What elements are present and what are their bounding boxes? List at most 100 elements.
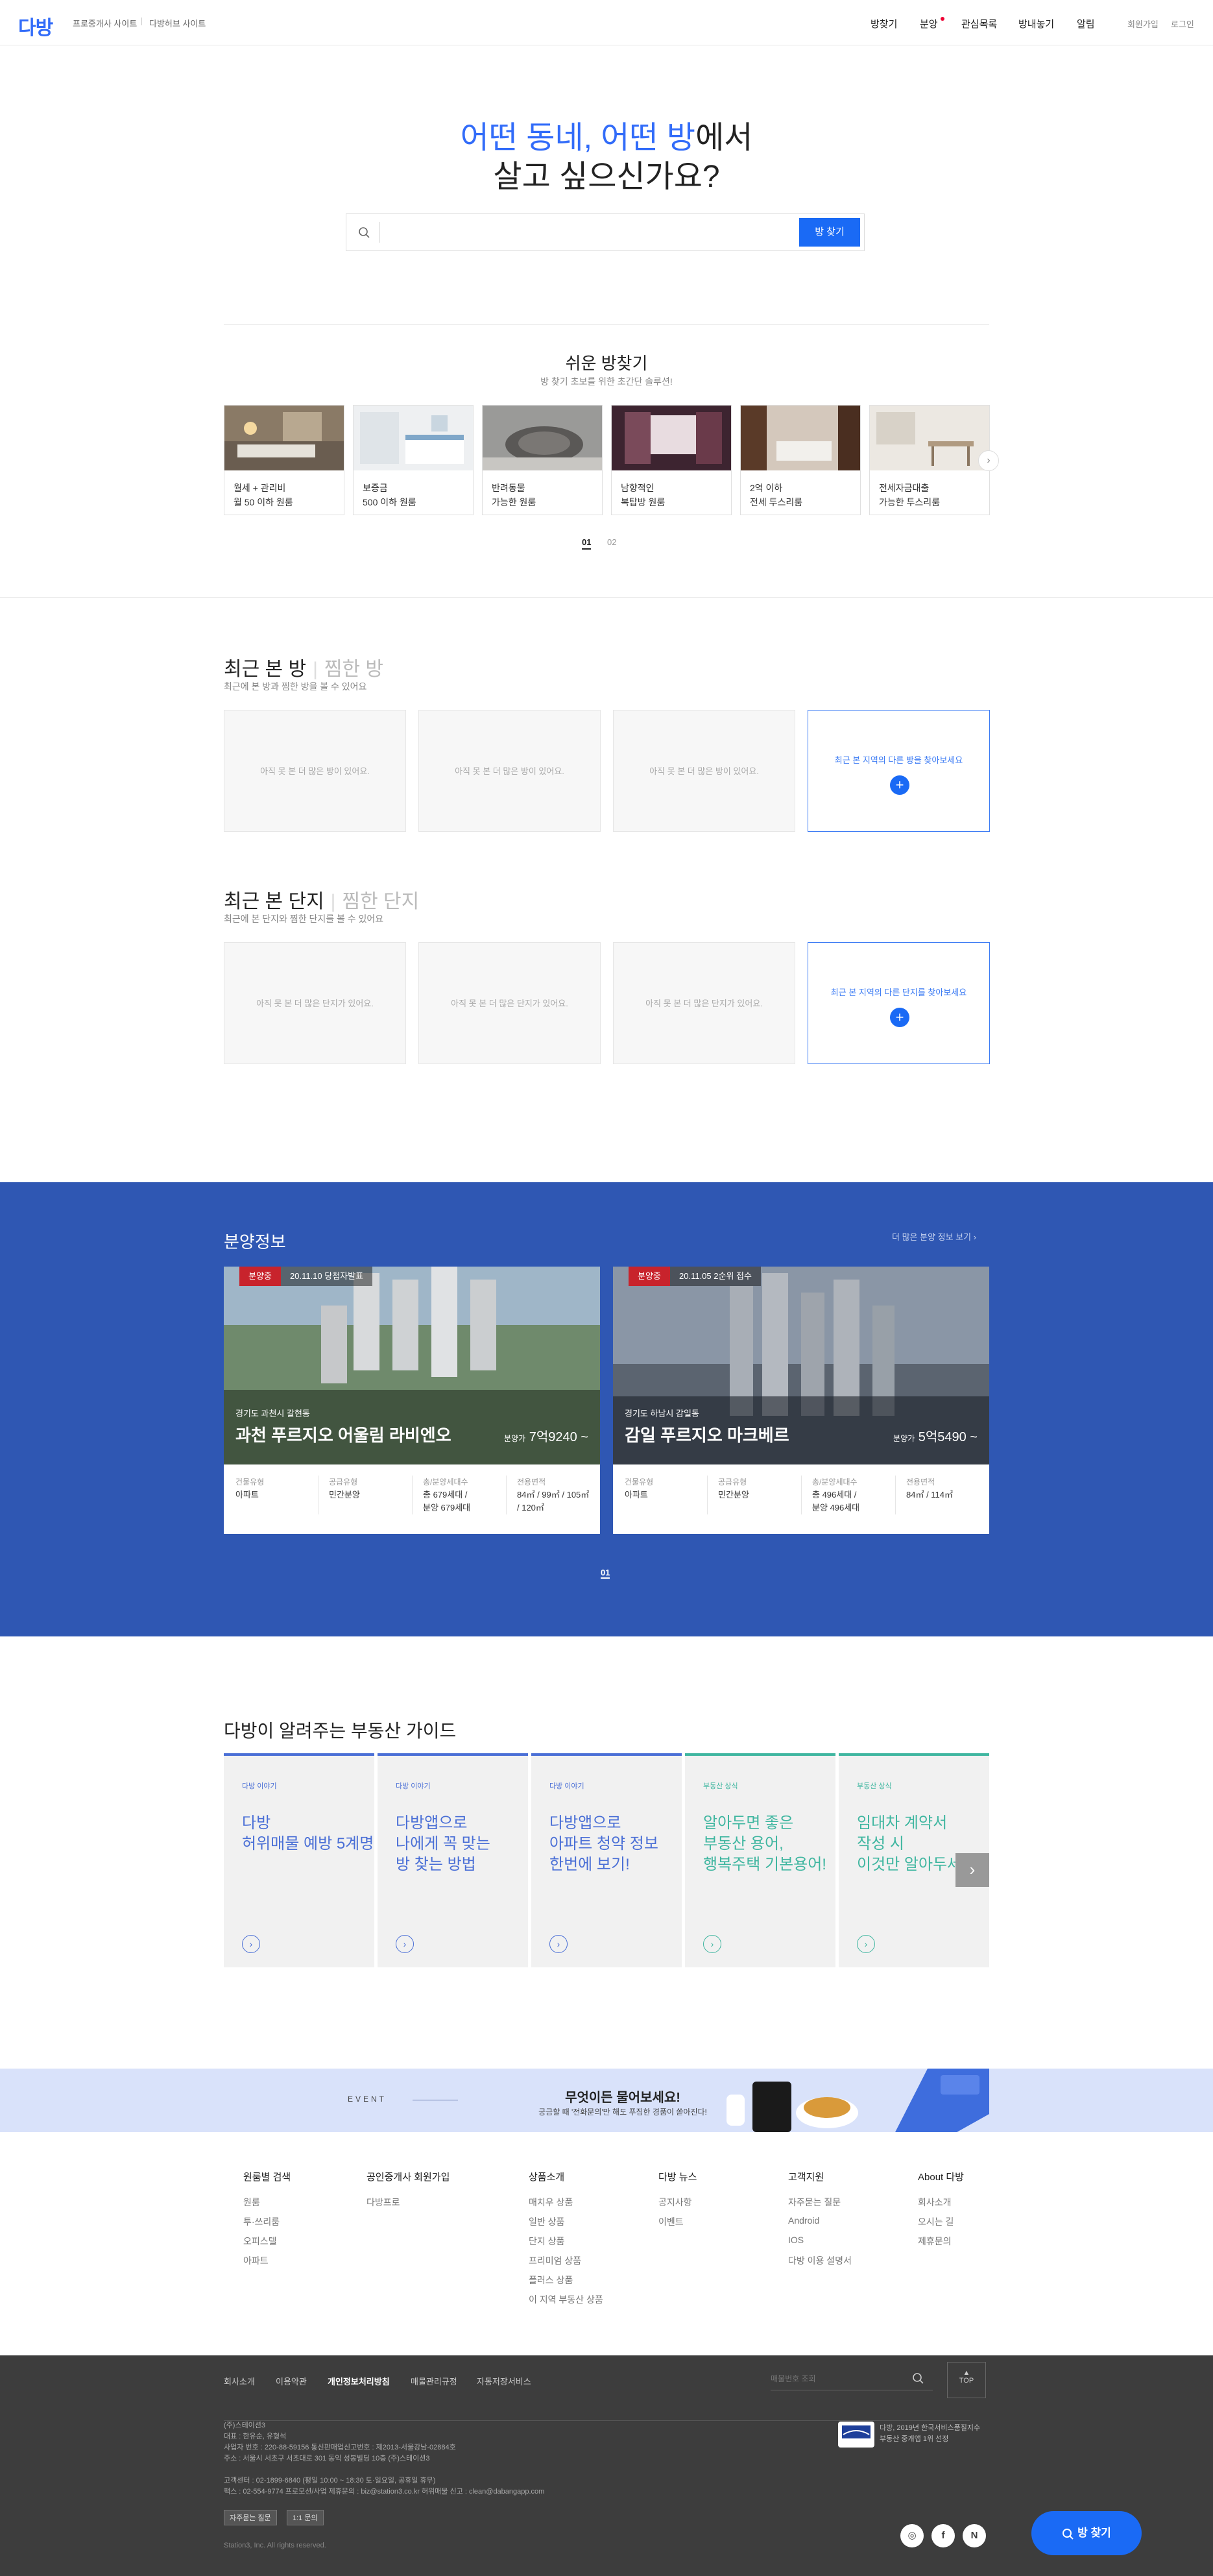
hub-site-link[interactable]: 다방허브 사이트 bbox=[149, 17, 206, 29]
footer-link[interactable]: 단지 상품 bbox=[529, 2235, 564, 2248]
chevron-right-icon[interactable]: › bbox=[857, 1935, 875, 1953]
card-image bbox=[612, 406, 731, 470]
footer-nav-link[interactable]: 자동저장서비스 bbox=[477, 2375, 531, 2387]
footer-link[interactable]: 다방 이용 설명서 bbox=[788, 2254, 852, 2267]
bunyang-page[interactable]: 01 bbox=[601, 1568, 610, 1579]
search-input[interactable] bbox=[379, 222, 781, 243]
info-value: 84㎡ / 99㎡ / 105㎡ / 120㎡ bbox=[517, 1490, 590, 1513]
price-label: 분양가 bbox=[893, 1434, 915, 1443]
header: 다방 프로중개사 사이트 다방허브 사이트 방찾기 분양 관심목록 방내놓기 알… bbox=[0, 0, 1213, 45]
info-value: 민간분양 bbox=[718, 1490, 749, 1500]
status-badge: 분양중 bbox=[239, 1267, 281, 1286]
chevron-right-icon[interactable]: › bbox=[549, 1935, 568, 1953]
footer-link[interactable]: 제휴문의 bbox=[918, 2235, 952, 2248]
nav-find-room[interactable]: 방찾기 bbox=[871, 17, 897, 30]
info-value: 총 496세대 / 분양 496세대 bbox=[812, 1490, 860, 1513]
footer-nav-link[interactable]: 이용약관 bbox=[276, 2375, 307, 2387]
footer-col-title: About 다방 bbox=[918, 2172, 964, 2183]
info-area: 전용면적 84㎡ / 99㎡ / 105㎡ / 120㎡ bbox=[517, 1476, 589, 1514]
event-banner[interactable]: EVENT 무엇이든 물어보세요! 궁금할 때 '전화문의'만 해도 푸짐한 경… bbox=[0, 2069, 1213, 2132]
signup-link[interactable]: 회원가입 bbox=[1127, 18, 1159, 30]
easy-card[interactable]: 2억 이하 전세 투스리룸 bbox=[740, 405, 861, 515]
guide-card[interactable]: 다방 이야기 다방앱으로 아파트 청약 정보 한번에 보기! › bbox=[531, 1753, 682, 1967]
facebook-icon[interactable]: f bbox=[931, 2524, 955, 2547]
bunyang-card[interactable]: 분양중 20.11.10 당첨자발표 경기도 과천시 갈현동 과천 푸르지오 어… bbox=[224, 1267, 600, 1534]
search-button[interactable]: 방 찾기 bbox=[799, 218, 860, 247]
liked-rooms-tab[interactable]: 찜한 방 bbox=[324, 659, 383, 680]
chevron-right-icon[interactable]: › bbox=[242, 1935, 260, 1953]
info-value: 84㎡ / 114㎡ bbox=[906, 1490, 954, 1500]
easy-card[interactable]: 전세자금대출 가능한 투스리룸 bbox=[869, 405, 990, 515]
footer-link[interactable]: 매치우 상품 bbox=[529, 2196, 573, 2209]
easy-card[interactable]: 남향적인 복탑방 원룸 bbox=[611, 405, 732, 515]
floating-find-room-button[interactable]: 방 찾기 bbox=[1031, 2511, 1142, 2555]
hero-rest: 에서 bbox=[695, 121, 753, 155]
plus-icon[interactable]: + bbox=[890, 1008, 909, 1027]
info-divider bbox=[506, 1476, 507, 1514]
guide-card[interactable]: 다방 이야기 다방앱으로 나에게 꼭 맞는 방 찾는 방법 › bbox=[378, 1753, 528, 1967]
footer-link[interactable]: 이 지역 부동산 상품 bbox=[529, 2293, 603, 2306]
easy-card[interactable]: 월세 + 관리비 월 50 이하 원룸 bbox=[224, 405, 344, 515]
logo[interactable]: 다방 bbox=[18, 12, 53, 40]
instagram-icon[interactable]: ◎ bbox=[900, 2524, 924, 2547]
top-button[interactable]: ▲ TOP bbox=[947, 2362, 986, 2398]
chevron-right-icon[interactable]: › bbox=[396, 1935, 414, 1953]
footer-link[interactable]: 아파트 bbox=[243, 2254, 269, 2267]
easy-card[interactable]: 반려동물 가능한 원룸 bbox=[482, 405, 603, 515]
find-other-rooms-text: 최근 본 지역의 다른 방을 찾아보세요 bbox=[834, 755, 963, 765]
pro-site-link[interactable]: 프로중개사 사이트 bbox=[73, 17, 137, 29]
easy-page-1[interactable]: 01 bbox=[582, 537, 592, 550]
footer-link[interactable]: 회사소개 bbox=[918, 2196, 952, 2209]
naver-icon[interactable]: N bbox=[963, 2524, 986, 2547]
inquiry-button[interactable]: 1:1 문의 bbox=[287, 2510, 324, 2525]
footer-link[interactable]: 원룸 bbox=[243, 2196, 260, 2209]
chevron-right-icon[interactable]: › bbox=[703, 1935, 721, 1953]
login-link[interactable]: 로그인 bbox=[1171, 18, 1194, 30]
footer-link[interactable]: 오피스텔 bbox=[243, 2235, 277, 2248]
status-badge: 분양중 bbox=[629, 1267, 670, 1286]
guide-card-title: 다방 허위매물 예방 5계명 bbox=[242, 1814, 374, 1853]
find-other-complex[interactable]: 최근 본 지역의 다른 단지를 찾아보세요 + bbox=[808, 942, 990, 1064]
plus-icon[interactable]: + bbox=[890, 775, 909, 795]
footer-link[interactable]: 일반 상품 bbox=[529, 2215, 564, 2228]
footer-link[interactable]: 오시는 길 bbox=[918, 2215, 954, 2228]
footer-link[interactable]: 투·쓰리룸 bbox=[243, 2215, 280, 2228]
guide-card[interactable]: 다방 이야기 다방 허위매물 예방 5계명 › bbox=[224, 1753, 374, 1967]
footer-link[interactable]: 프리미엄 상품 bbox=[529, 2254, 581, 2267]
footer-link[interactable]: 이벤트 bbox=[658, 2215, 684, 2228]
easy-page-2[interactable]: 02 bbox=[607, 537, 616, 547]
nav-favorites[interactable]: 관심목록 bbox=[961, 17, 997, 30]
footer-nav-link[interactable]: 회사소개 bbox=[224, 2375, 255, 2387]
footer-link[interactable]: 다방프로 bbox=[366, 2196, 400, 2209]
chevron-right-icon[interactable]: › bbox=[978, 450, 999, 471]
recent-complex-heading[interactable]: 최근 본 단지 bbox=[224, 891, 324, 912]
footer-nav-privacy[interactable]: 개인정보처리방침 bbox=[328, 2375, 390, 2387]
footer-link[interactable]: Android bbox=[788, 2215, 819, 2226]
guide-card[interactable]: 부동산 상식 알아두면 좋은 부동산 용어, 행복주택 기본용어! › bbox=[685, 1753, 835, 1967]
find-other-rooms[interactable]: 최근 본 지역의 다른 방을 찾아보세요 + bbox=[808, 710, 990, 832]
info-key: 전용면적 bbox=[906, 1477, 935, 1487]
faq-button[interactable]: 자주묻는 질문 bbox=[224, 2510, 277, 2525]
easy-subtitle: 방 찾기 초보를 위한 초간단 솔루션! bbox=[540, 376, 673, 387]
recent-rooms-heading[interactable]: 최근 본 방 bbox=[224, 659, 306, 680]
listing-number-input[interactable] bbox=[771, 2371, 900, 2387]
bunyang-more-link[interactable]: 더 많은 분양 정보 보기 › bbox=[892, 1230, 976, 1243]
search-icon[interactable] bbox=[912, 2372, 924, 2384]
footer-link[interactable]: IOS bbox=[788, 2235, 804, 2245]
bunyang-location: 경기도 과천시 갈현동 bbox=[235, 1409, 310, 1418]
recent-rooms-subtitle: 최근에 본 방과 찜한 방을 볼 수 있어요 bbox=[224, 681, 367, 692]
nav-list-room[interactable]: 방내놓기 bbox=[1018, 17, 1054, 30]
footer-link[interactable]: 플러스 상품 bbox=[529, 2274, 573, 2287]
footer-nav-link[interactable]: 매물관리규정 bbox=[411, 2375, 457, 2387]
easy-card[interactable]: 보증금 500 이하 원룸 bbox=[353, 405, 474, 515]
footer-link[interactable]: 공지사항 bbox=[658, 2196, 692, 2209]
nav-bunyang[interactable]: 분양 bbox=[920, 17, 938, 30]
guide-card-title: 다방앱으로 나에게 꼭 맞는 방 찾는 방법 bbox=[396, 1814, 490, 1873]
chevron-right-icon[interactable]: › bbox=[955, 1853, 989, 1887]
liked-complex-tab[interactable]: 찜한 단지 bbox=[342, 891, 419, 912]
info-households: 총/분양세대수 총 679세대 / 분양 679세대 bbox=[423, 1476, 470, 1514]
nav-alarm[interactable]: 알림 bbox=[1077, 17, 1095, 30]
footer-link[interactable]: 자주묻는 질문 bbox=[788, 2196, 841, 2209]
bunyang-card[interactable]: 분양중 20.11.05 2순위 접수 경기도 하남시 감일동 감일 푸르지오 … bbox=[613, 1267, 989, 1534]
